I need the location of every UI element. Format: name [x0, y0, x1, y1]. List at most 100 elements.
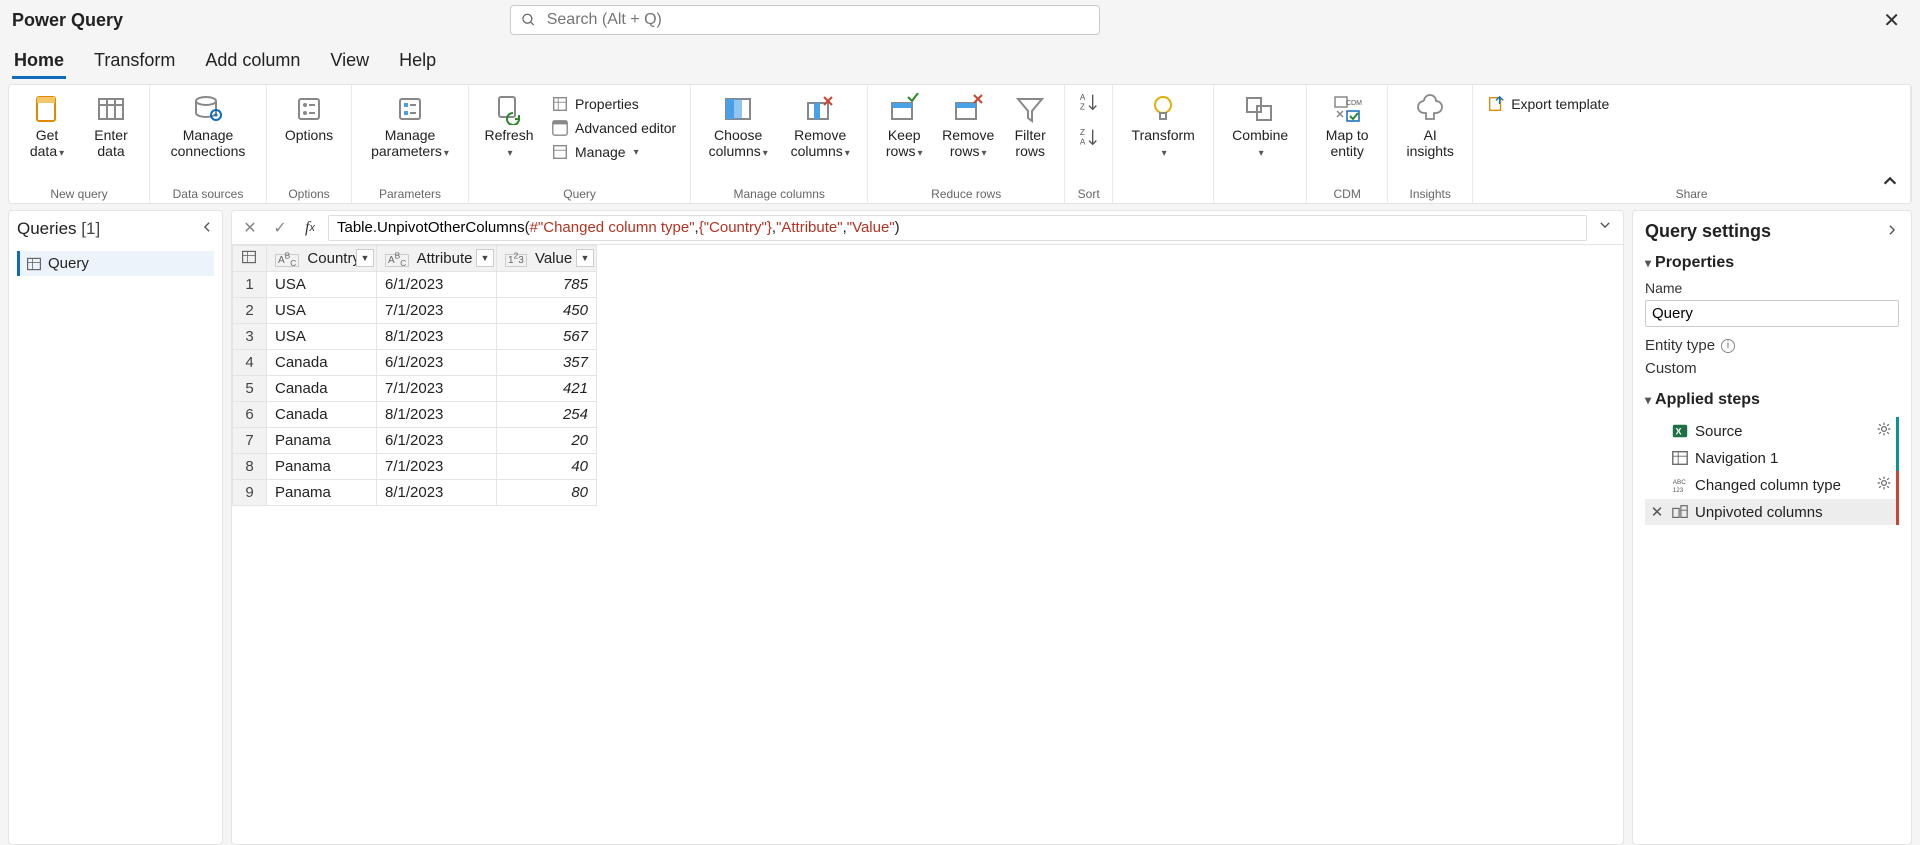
cell-value[interactable]: 785 — [497, 272, 597, 298]
cell-attribute[interactable]: 6/1/2023 — [377, 350, 497, 376]
column-header-country[interactable]: ABC Country ▼ — [267, 246, 377, 272]
formula-cancel-button[interactable]: ✕ — [238, 216, 262, 240]
applied-step[interactable]: ✕XSource — [1645, 417, 1899, 445]
fx-icon[interactable]: fx — [298, 216, 322, 240]
cell-attribute[interactable]: 7/1/2023 — [377, 454, 497, 480]
cell-attribute[interactable]: 7/1/2023 — [377, 298, 497, 324]
sort-asc-button[interactable]: AZ — [1078, 91, 1100, 118]
options-button[interactable]: Options — [277, 91, 341, 143]
table-row[interactable]: 4Canada6/1/2023357 — [233, 350, 597, 376]
remove-rows-button[interactable]: Remove rows▾ — [938, 91, 998, 160]
grid-corner[interactable] — [233, 246, 267, 272]
cell-value[interactable]: 40 — [497, 454, 597, 480]
properties-button[interactable]: Properties — [547, 93, 680, 115]
cell-value[interactable]: 254 — [497, 402, 597, 428]
table-row[interactable]: 1USA6/1/2023785 — [233, 272, 597, 298]
choose-columns-button[interactable]: Choose columns▾ — [701, 91, 775, 160]
cell-value[interactable]: 450 — [497, 298, 597, 324]
column-dropdown[interactable]: ▼ — [476, 249, 494, 267]
tab-help[interactable]: Help — [397, 44, 438, 79]
cell-attribute[interactable]: 7/1/2023 — [377, 376, 497, 402]
properties-section-header[interactable]: ▾ Properties — [1645, 254, 1899, 272]
advanced-editor-button[interactable]: Advanced editor — [547, 117, 680, 139]
applied-step[interactable]: ✕ABC123Changed column type — [1645, 471, 1899, 499]
row-number[interactable]: 8 — [233, 454, 267, 480]
ribbon-collapse-button[interactable] — [1881, 172, 1899, 195]
keep-rows-button[interactable]: Keep rows▾ — [878, 91, 930, 160]
table-row[interactable]: 8Panama7/1/202340 — [233, 454, 597, 480]
get-data-button[interactable]: Get data▾ — [19, 91, 75, 160]
search-box[interactable] — [510, 5, 1100, 35]
refresh-button[interactable]: Refresh▾ — [479, 91, 539, 160]
cell-value[interactable]: 20 — [497, 428, 597, 454]
remove-columns-button[interactable]: Remove columns▾ — [783, 91, 857, 160]
cell-country[interactable]: Canada — [267, 402, 377, 428]
table-row[interactable]: 9Panama8/1/202380 — [233, 480, 597, 506]
applied-step[interactable]: ✕Navigation 1 — [1645, 445, 1899, 471]
data-grid[interactable]: ABC Country ▼ ABC Attribute ▼ 123 Value — [232, 245, 1623, 844]
cell-value[interactable]: 421 — [497, 376, 597, 402]
table-row[interactable]: 7Panama6/1/202320 — [233, 428, 597, 454]
manage-parameters-button[interactable]: Manage parameters▾ — [362, 91, 458, 160]
close-button[interactable]: ✕ — [1875, 4, 1908, 37]
table-row[interactable]: 3USA8/1/2023567 — [233, 324, 597, 350]
step-gear-button[interactable] — [1876, 421, 1892, 441]
cell-attribute[interactable]: 8/1/2023 — [377, 480, 497, 506]
step-gear-button[interactable] — [1876, 475, 1892, 495]
row-number[interactable]: 4 — [233, 350, 267, 376]
query-name-input[interactable] — [1645, 300, 1899, 327]
table-row[interactable]: 2USA7/1/2023450 — [233, 298, 597, 324]
tab-view[interactable]: View — [328, 44, 371, 79]
formula-input[interactable]: Table.UnpivotOtherColumns(#"Changed colu… — [328, 215, 1587, 241]
column-dropdown[interactable]: ▼ — [576, 249, 594, 267]
formula-expand-button[interactable] — [1593, 218, 1617, 237]
table-row[interactable]: 5Canada7/1/2023421 — [233, 376, 597, 402]
enter-data-button[interactable]: Enter data — [83, 91, 139, 159]
cell-attribute[interactable]: 6/1/2023 — [377, 272, 497, 298]
manage-query-button[interactable]: Manage▾ — [547, 141, 680, 163]
filter-rows-button[interactable]: Filter rows — [1006, 91, 1054, 159]
applied-steps-section-header[interactable]: ▾ Applied steps — [1645, 391, 1899, 409]
manage-connections-button[interactable]: Manage connections — [160, 91, 256, 159]
settings-expand-button[interactable] — [1885, 221, 1899, 242]
cell-value[interactable]: 567 — [497, 324, 597, 350]
row-number[interactable]: 1 — [233, 272, 267, 298]
row-number[interactable]: 5 — [233, 376, 267, 402]
cell-country[interactable]: Panama — [267, 454, 377, 480]
delete-step-button[interactable]: ✕ — [1649, 503, 1665, 521]
table-row[interactable]: 6Canada8/1/2023254 — [233, 402, 597, 428]
cell-country[interactable]: USA — [267, 324, 377, 350]
info-icon[interactable]: i — [1721, 339, 1735, 353]
cell-attribute[interactable]: 6/1/2023 — [377, 428, 497, 454]
cell-attribute[interactable]: 8/1/2023 — [377, 402, 497, 428]
tab-home[interactable]: Home — [12, 44, 66, 79]
cell-country[interactable]: USA — [267, 272, 377, 298]
cell-value[interactable]: 357 — [497, 350, 597, 376]
tab-transform[interactable]: Transform — [92, 44, 177, 79]
column-header-attribute[interactable]: ABC Attribute ▼ — [377, 246, 497, 272]
cell-country[interactable]: USA — [267, 298, 377, 324]
cell-country[interactable]: Panama — [267, 480, 377, 506]
row-number[interactable]: 3 — [233, 324, 267, 350]
tab-add-column[interactable]: Add column — [203, 44, 302, 79]
queries-collapse-button[interactable] — [200, 219, 214, 239]
row-number[interactable]: 2 — [233, 298, 267, 324]
cell-country[interactable]: Canada — [267, 350, 377, 376]
export-template-button[interactable]: Export template — [1483, 93, 1613, 115]
ai-insights-button[interactable]: AI insights — [1398, 91, 1462, 159]
transform-button[interactable]: Transform▾ — [1123, 91, 1203, 160]
row-number[interactable]: 7 — [233, 428, 267, 454]
applied-step[interactable]: ✕Unpivoted columns — [1645, 499, 1899, 525]
cell-value[interactable]: 80 — [497, 480, 597, 506]
row-number[interactable]: 6 — [233, 402, 267, 428]
cell-attribute[interactable]: 8/1/2023 — [377, 324, 497, 350]
cell-country[interactable]: Panama — [267, 428, 377, 454]
combine-button[interactable]: Combine▾ — [1224, 91, 1296, 160]
column-header-value[interactable]: 123 Value ▼ — [497, 246, 597, 272]
search-input[interactable] — [547, 11, 1090, 29]
row-number[interactable]: 9 — [233, 480, 267, 506]
cell-country[interactable]: Canada — [267, 376, 377, 402]
map-to-entity-button[interactable]: CDM Map to entity — [1317, 91, 1377, 159]
formula-commit-button[interactable]: ✓ — [268, 216, 292, 240]
query-list-item[interactable]: Query — [17, 251, 214, 276]
